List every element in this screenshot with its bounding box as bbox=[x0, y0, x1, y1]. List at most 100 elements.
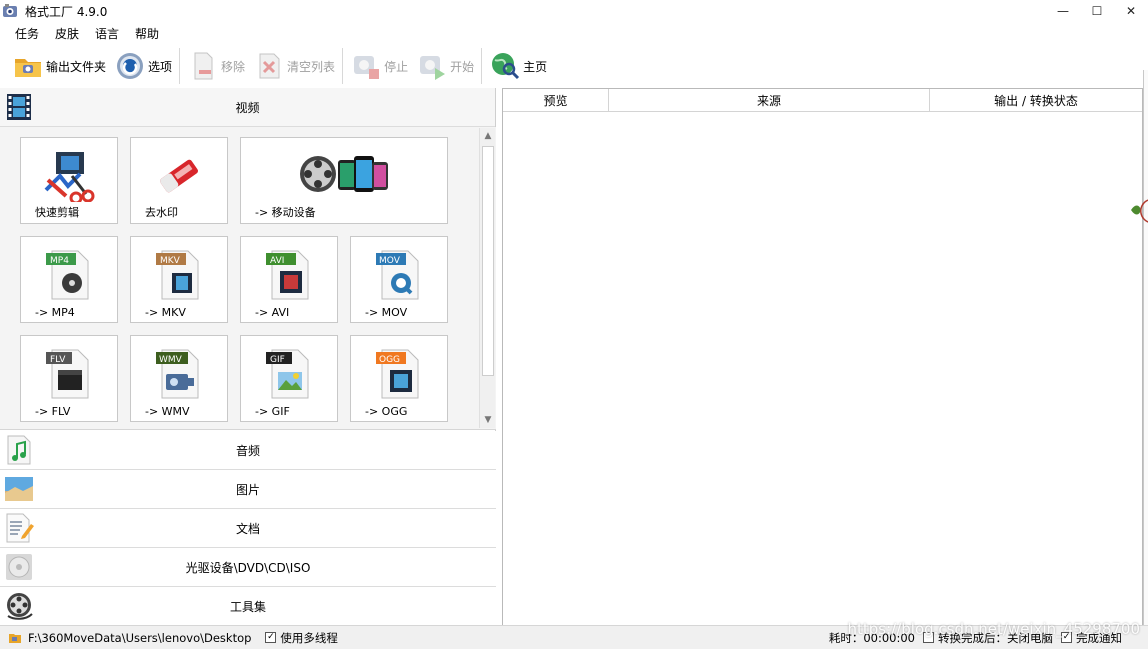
toolbar-separator bbox=[342, 48, 344, 84]
folder-icon bbox=[12, 50, 44, 82]
tile-label: 去水印 bbox=[145, 206, 178, 219]
eraser-icon bbox=[152, 150, 206, 202]
document-icon bbox=[4, 512, 34, 544]
remove-button[interactable]: 移除 bbox=[183, 46, 249, 86]
category-toolbox-label: 工具集 bbox=[229, 599, 266, 614]
column-preview[interactable]: 预览 bbox=[503, 89, 609, 111]
tile-label: -> 移动设备 bbox=[255, 206, 316, 219]
output-folder-button[interactable]: 输出文件夹 bbox=[8, 46, 110, 86]
task-list[interactable]: 预览 来源 输出 / 转换状态 bbox=[502, 88, 1143, 625]
column-output-status[interactable]: 输出 / 转换状态 bbox=[930, 89, 1142, 111]
video-function-grid: 快速剪辑 去水印 -> 移动设备 MP4 -> MP4 MKV -> MKV A… bbox=[0, 127, 496, 430]
category-video-label: 视频 bbox=[235, 100, 260, 115]
svg-text:MP4: MP4 bbox=[50, 256, 69, 266]
menu-language[interactable]: 语言 bbox=[88, 25, 126, 42]
clear-list-button[interactable]: 清空列表 bbox=[249, 46, 339, 86]
window-edge bbox=[1143, 70, 1148, 625]
tile-label: -> MP4 bbox=[35, 306, 75, 319]
folder-path-icon[interactable] bbox=[8, 632, 22, 644]
output-path[interactable]: F:\360MoveData\Users\lenovo\Desktop bbox=[28, 631, 251, 645]
category-video[interactable]: 视频 bbox=[0, 88, 495, 127]
tile-to-mp4[interactable]: MP4 -> MP4 bbox=[20, 236, 118, 323]
start-button[interactable]: 开始 bbox=[412, 46, 478, 86]
side-handle-icon bbox=[1128, 196, 1148, 226]
options-label: 选项 bbox=[148, 59, 173, 74]
minimize-button[interactable]: — bbox=[1046, 0, 1080, 22]
tile-to-mov[interactable]: MOV -> MOV bbox=[350, 236, 448, 323]
category-document-label: 文档 bbox=[235, 521, 260, 536]
toolbar-separator bbox=[179, 48, 181, 84]
start-label: 开始 bbox=[450, 59, 475, 74]
toolbar-separator bbox=[481, 48, 483, 84]
picture-icon bbox=[4, 473, 34, 505]
mobile-devices-icon bbox=[294, 150, 394, 202]
svg-text:GIF: GIF bbox=[270, 355, 285, 365]
tile-label: -> WMV bbox=[145, 405, 190, 418]
clear-list-icon bbox=[253, 50, 285, 82]
close-button[interactable]: ✕ bbox=[1114, 0, 1148, 22]
menu-help[interactable]: 帮助 bbox=[128, 25, 166, 42]
tile-to-ogg[interactable]: OGG -> OGG bbox=[350, 335, 448, 422]
flv-file-icon: FLV bbox=[42, 348, 96, 400]
grid-scrollbar[interactable]: ▲ ▼ bbox=[479, 128, 495, 428]
stop-button[interactable]: 停止 bbox=[346, 46, 412, 86]
disc-icon bbox=[4, 551, 34, 583]
tile-label: -> OGG bbox=[365, 405, 408, 418]
multithread-option[interactable]: ✓ 使用多线程 bbox=[265, 630, 338, 646]
remove-file-icon bbox=[187, 50, 219, 82]
ogg-file-icon: OGG bbox=[372, 348, 426, 400]
home-label: 主页 bbox=[523, 59, 548, 74]
music-note-icon bbox=[4, 434, 34, 466]
category-optical-drive[interactable]: 光驱设备\DVD\CD\ISO bbox=[0, 548, 496, 587]
home-button[interactable]: 主页 bbox=[485, 46, 551, 86]
tile-to-wmv[interactable]: WMV -> WMV bbox=[130, 335, 228, 422]
scroll-up-icon[interactable]: ▲ bbox=[480, 128, 496, 144]
scroll-thumb[interactable] bbox=[482, 146, 494, 376]
mkv-file-icon: MKV bbox=[152, 249, 206, 301]
scroll-down-icon[interactable]: ▼ bbox=[480, 412, 496, 428]
svg-text:FLV: FLV bbox=[50, 355, 66, 365]
options-button[interactable]: 选项 bbox=[110, 46, 176, 86]
tile-label: -> FLV bbox=[35, 405, 71, 418]
start-icon bbox=[416, 50, 448, 82]
tile-mobile-device[interactable]: -> 移动设备 bbox=[240, 137, 448, 224]
tile-label: 快速剪辑 bbox=[35, 206, 79, 219]
task-list-header: 预览 来源 输出 / 转换状态 bbox=[503, 89, 1142, 112]
maximize-button[interactable]: ☐ bbox=[1080, 0, 1114, 22]
remove-label: 移除 bbox=[221, 59, 246, 74]
category-image[interactable]: 图片 bbox=[0, 470, 496, 509]
gif-file-icon: GIF bbox=[262, 348, 316, 400]
menu-task[interactable]: 任务 bbox=[8, 25, 46, 42]
tile-quick-clip[interactable]: 快速剪辑 bbox=[20, 137, 118, 224]
tile-to-mkv[interactable]: MKV -> MKV bbox=[130, 236, 228, 323]
clear-list-label: 清空列表 bbox=[287, 59, 336, 74]
mp4-file-icon: MP4 bbox=[42, 249, 96, 301]
svg-text:MKV: MKV bbox=[160, 256, 181, 266]
app-logo-icon bbox=[2, 3, 18, 19]
category-audio[interactable]: 音频 bbox=[0, 431, 496, 470]
tile-to-avi[interactable]: AVI -> AVI bbox=[240, 236, 338, 323]
category-toolbox[interactable]: 工具集 bbox=[0, 587, 496, 626]
menu-skin[interactable]: 皮肤 bbox=[48, 25, 86, 42]
mov-file-icon: MOV bbox=[372, 249, 426, 301]
tile-remove-watermark[interactable]: 去水印 bbox=[130, 137, 228, 224]
title-bar: 格式工厂 4.9.0 — ☐ ✕ bbox=[0, 0, 1148, 22]
stop-label: 停止 bbox=[384, 59, 409, 74]
multithread-checkbox[interactable]: ✓ bbox=[265, 632, 277, 643]
category-audio-label: 音频 bbox=[235, 443, 260, 458]
tile-label: -> GIF bbox=[255, 405, 290, 418]
globe-search-icon bbox=[489, 50, 521, 82]
toolbar: 输出文件夹 选项 移除 清空列表 停止 开始 主页 bbox=[0, 44, 1148, 88]
tile-to-gif[interactable]: GIF -> GIF bbox=[240, 335, 338, 422]
menu-bar: 任务 皮肤 语言 帮助 bbox=[0, 22, 166, 44]
film-reel-tool-icon bbox=[4, 590, 34, 622]
svg-text:AVI: AVI bbox=[270, 256, 284, 266]
category-panel: 视频 快速剪辑 去水印 -> 移动设备 MP4 -> MP4 MKV -> MK… bbox=[0, 88, 496, 626]
tile-to-flv[interactable]: FLV -> FLV bbox=[20, 335, 118, 422]
category-document[interactable]: 文档 bbox=[0, 509, 496, 548]
stop-icon bbox=[350, 50, 382, 82]
svg-text:OGG: OGG bbox=[379, 355, 400, 365]
watermark: https://blog.csdn.net/weixin_45298700 bbox=[847, 620, 1140, 638]
wmv-file-icon: WMV bbox=[152, 348, 206, 400]
column-source[interactable]: 来源 bbox=[609, 89, 930, 111]
